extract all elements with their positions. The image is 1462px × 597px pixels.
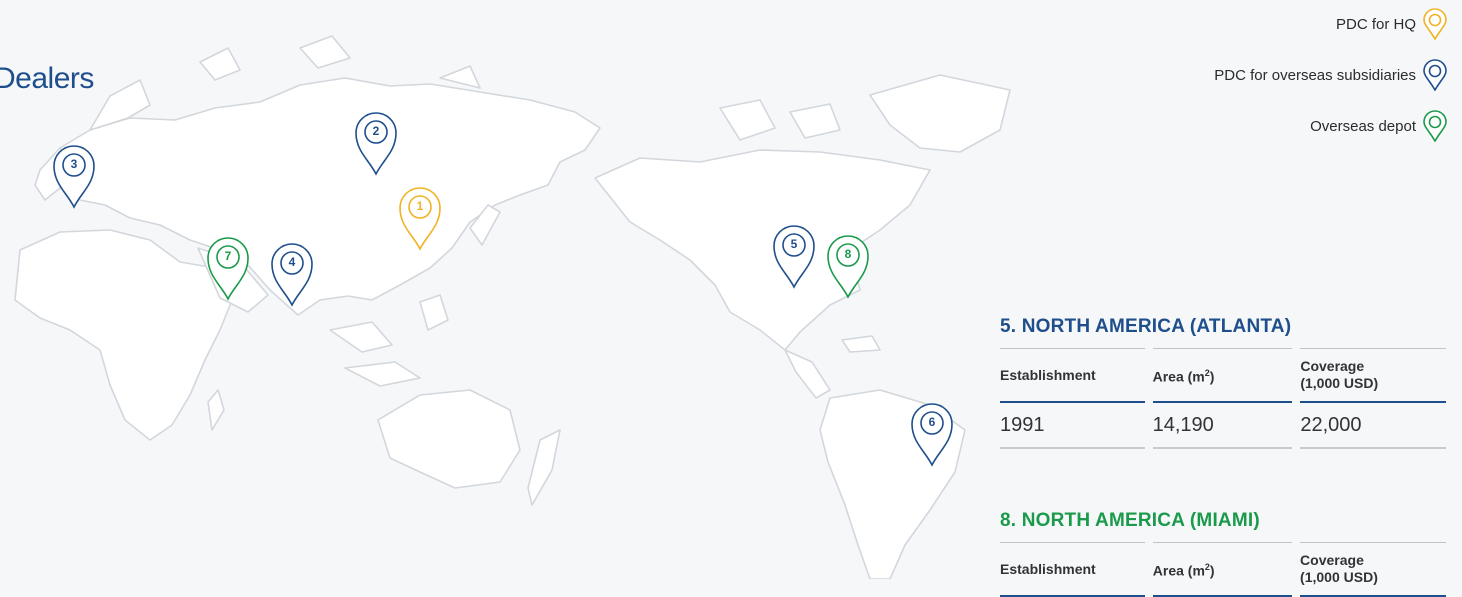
header-establishment: Establishment <box>1000 542 1145 597</box>
info-card-atlanta: 5. NORTH AMERICA (ATLANTA) Establishment… <box>1000 316 1454 449</box>
map-pin-icon <box>399 187 441 251</box>
map-marker-1[interactable]: 1 <box>397 185 443 251</box>
landmass-africa <box>14 229 233 441</box>
map-marker-6[interactable]: 6 <box>909 401 955 467</box>
header-area: Area (m2) <box>1152 542 1293 597</box>
header-establishment: Establishment <box>1000 348 1145 403</box>
info-card-title: 5. NORTH AMERICA (ATLANTA) <box>1000 316 1292 337</box>
marker-number: 1 <box>416 199 424 213</box>
landmass-australia <box>377 389 521 489</box>
landmass-philippines <box>419 294 449 331</box>
info-card-title: 8. NORTH AMERICA (MIAMI) <box>1000 510 1260 531</box>
legend-label: PDC for overseas subsidiaries <box>1214 66 1416 84</box>
map-pin-icon <box>1423 110 1447 142</box>
landmass-new-zealand <box>527 429 561 506</box>
map-pin-icon <box>355 112 397 176</box>
landmass-arctic-3 <box>439 65 481 89</box>
map-pin-icon <box>827 235 869 299</box>
map-pin-icon <box>911 403 953 467</box>
landmass-arctic-1 <box>199 47 241 81</box>
landmass-caribbean <box>841 335 881 353</box>
landmass-arctic-2 <box>299 35 351 69</box>
map-marker-4[interactable]: 4 <box>269 241 315 307</box>
info-card-miami: 8. NORTH AMERICA (MIAMI) Establishment A… <box>1000 510 1454 597</box>
marker-number: 5 <box>790 237 798 251</box>
header-area: Area (m2) <box>1152 348 1293 403</box>
map-pin-icon <box>1423 8 1447 40</box>
value-establishment: 1991 <box>1000 403 1145 449</box>
legend-item-depot: Overseas depot <box>1214 110 1448 142</box>
header-coverage: Coverage (1,000 USD) <box>1300 542 1446 597</box>
marker-number: 8 <box>844 247 852 261</box>
landmass-madagascar <box>207 389 225 431</box>
map-pin-icon <box>271 243 313 307</box>
legend-label: Overseas depot <box>1310 117 1416 135</box>
marker-number: 2 <box>372 124 380 138</box>
legend-item-hq: PDC for HQ <box>1214 8 1448 40</box>
marker-number: 3 <box>70 157 78 171</box>
page-title: Dealers <box>0 62 94 95</box>
marker-number: 4 <box>288 255 296 269</box>
marker-number: 7 <box>224 249 232 263</box>
map-marker-5[interactable]: 5 <box>771 223 817 289</box>
marker-number: 6 <box>928 415 936 429</box>
landmass-north-america <box>594 149 931 351</box>
map-pin-icon <box>773 225 815 289</box>
landmass-central-america <box>784 349 831 399</box>
legend-item-subsidiary: PDC for overseas subsidiaries <box>1214 59 1448 91</box>
landmass-arctic-canada-1 <box>719 99 776 141</box>
map-marker-8[interactable]: 8 <box>825 233 871 299</box>
map-marker-7[interactable]: 7 <box>205 235 251 301</box>
map-pin-icon <box>1423 59 1447 91</box>
info-table: Establishment Area (m2) Coverage (1,000 U… <box>992 348 1454 449</box>
header-coverage: Coverage (1,000 USD) <box>1300 348 1446 403</box>
landmass-greenland <box>869 74 1011 153</box>
landmass-indonesia <box>344 361 421 387</box>
info-table: Establishment Area (m2) Coverage (1,000 U… <box>992 542 1454 597</box>
map-legend: PDC for HQ PDC for overseas subsidiaries… <box>1214 8 1448 161</box>
landmass-se-asia <box>329 321 393 353</box>
legend-label: PDC for HQ <box>1335 15 1416 33</box>
landmass-arctic-canada-2 <box>789 103 841 139</box>
map-marker-3[interactable]: 3 <box>51 143 97 209</box>
map-pin-icon <box>53 145 95 209</box>
value-area: 14,190 <box>1152 403 1293 449</box>
map-marker-2[interactable]: 2 <box>353 110 399 176</box>
value-coverage: 22,000 <box>1300 403 1446 449</box>
map-pin-icon <box>207 237 249 301</box>
